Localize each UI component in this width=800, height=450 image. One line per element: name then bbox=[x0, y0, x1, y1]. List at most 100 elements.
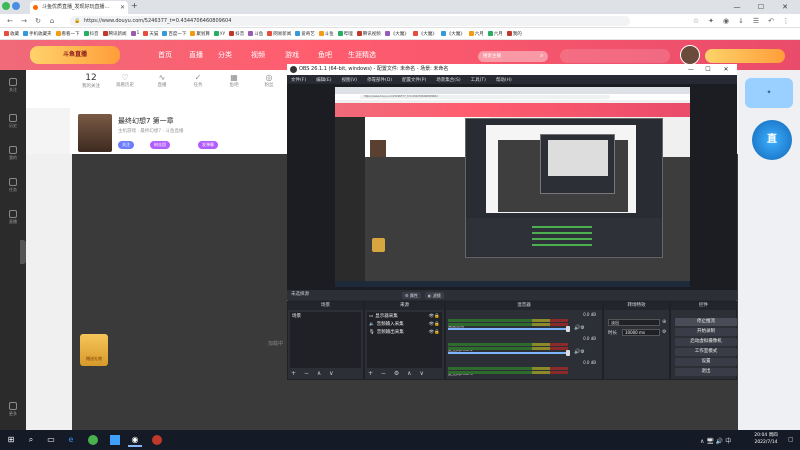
sidebar-item-live[interactable]: 直播 bbox=[0, 208, 26, 228]
bookmark-item[interactable]: 斗鱼 bbox=[248, 31, 263, 37]
obs-maximize-button[interactable]: ☐ bbox=[700, 64, 716, 75]
obs-menu-item[interactable]: 场景集合(S) bbox=[436, 77, 460, 83]
obs-menu-item[interactable]: 编辑(E) bbox=[316, 77, 331, 83]
obs-menu-item[interactable]: 工具(T) bbox=[471, 77, 486, 83]
sidebar-item-more[interactable]: 更多 bbox=[0, 400, 26, 420]
sidebar-item-history[interactable]: 历史 bbox=[0, 112, 26, 132]
obs-close-button[interactable]: ✕ bbox=[718, 64, 734, 75]
gift-button[interactable]: 赠送礼物 bbox=[80, 334, 108, 366]
volume-slider[interactable] bbox=[448, 352, 568, 354]
bookmark-item[interactable]: 收藏 bbox=[4, 31, 19, 37]
obs-menu-item[interactable]: 视图(V) bbox=[341, 77, 357, 83]
tab-close-icon[interactable]: ✕ bbox=[120, 1, 125, 14]
search-icon[interactable]: ⌕ bbox=[540, 52, 543, 60]
extension-puzzle-icon[interactable]: ✦ bbox=[705, 15, 717, 27]
app-icon-green[interactable] bbox=[86, 433, 100, 447]
edge-browser-icon[interactable]: e bbox=[64, 433, 78, 447]
streamer-avatar[interactable] bbox=[78, 114, 112, 152]
reload-icon[interactable]: ↻ bbox=[32, 15, 44, 27]
bookmark-item[interactable]: 爱奇艺 bbox=[295, 31, 315, 37]
scene-item[interactable]: 场景 bbox=[290, 312, 361, 320]
home-icon[interactable]: ⌂ bbox=[46, 15, 58, 27]
transition-duration-input[interactable]: 10000 ms bbox=[622, 329, 660, 336]
nav-video[interactable]: 视频 bbox=[251, 50, 265, 60]
bookmark-item[interactable]: 腾讯新闻 bbox=[102, 31, 127, 37]
bookmark-item[interactable]: 哔哩 bbox=[337, 31, 353, 37]
nav-career[interactable]: 生涯精选 bbox=[348, 50, 376, 60]
app-icon-red[interactable] bbox=[150, 433, 164, 447]
bookmark-item[interactable]: 网易新闻 bbox=[267, 31, 291, 37]
settings-button[interactable]: 设置 bbox=[675, 358, 737, 366]
speaker-gear-icon[interactable]: 🔊⚙ bbox=[574, 325, 585, 331]
douyu-logo[interactable]: 斗鱼直播 bbox=[30, 46, 120, 64]
transition-select[interactable]: 淡出 bbox=[608, 319, 660, 326]
bookmark-item[interactable]: 百度一下 bbox=[162, 31, 186, 37]
eye-icon[interactable]: 👁🔒 bbox=[429, 314, 440, 319]
obs-filters-button[interactable]: ◐ 滤镜 bbox=[425, 292, 444, 299]
browser-tab-active[interactable]: 斗鱼优质直播_发现好玩直播... ✕ bbox=[30, 1, 128, 14]
browser-profile-icon[interactable] bbox=[2, 2, 10, 10]
bookmark-item[interactable]: 《大魔》 bbox=[384, 31, 409, 37]
eye-icon[interactable]: 👁🔒 bbox=[429, 330, 440, 335]
user-avatar[interactable] bbox=[680, 45, 700, 65]
stat-task[interactable]: ✓ 任务 bbox=[181, 73, 215, 88]
window-minimize-button[interactable]: — bbox=[728, 0, 746, 14]
obs-minimize-button[interactable]: — bbox=[683, 64, 699, 75]
window-close-button[interactable]: ✕ bbox=[776, 0, 794, 14]
bookmark-item[interactable]: 看看一下 bbox=[55, 31, 80, 37]
system-tray-icons[interactable]: ∧ 🖥 🔊 中 bbox=[700, 436, 731, 445]
start-virtual-camera-button[interactable]: 启动虚拟摄像机 bbox=[675, 338, 737, 346]
eye-icon[interactable]: 👁🔒 bbox=[429, 322, 440, 327]
obs-taskbar-icon[interactable]: ◉ bbox=[128, 433, 142, 447]
obs-menu-item[interactable]: 文件(F) bbox=[291, 77, 306, 83]
search-icon[interactable]: ⌕ bbox=[24, 433, 38, 447]
start-recording-button[interactable]: 开始录制 bbox=[675, 328, 737, 336]
notification-icon[interactable]: ▢ bbox=[788, 436, 794, 443]
source-audio-output[interactable]: 🎙 音频输出采集 👁🔒 bbox=[367, 328, 442, 336]
menu-icon[interactable]: ☰ bbox=[750, 15, 762, 27]
transition-gear-icon[interactable]: ⚙ bbox=[662, 329, 666, 335]
bookmark-item[interactable]: 六月 bbox=[468, 31, 484, 37]
bookmark-item[interactable]: 《大魔》 bbox=[440, 31, 465, 37]
sidebar-item-task[interactable]: 任务 bbox=[0, 176, 26, 196]
bookmark-item[interactable]: 六月 bbox=[487, 31, 503, 37]
bookmark-item[interactable]: 手机收藏夹 bbox=[23, 31, 52, 37]
profile-icon[interactable]: ◉ bbox=[720, 15, 732, 27]
stop-streaming-button[interactable]: 停止推流 bbox=[675, 318, 737, 326]
promo-circle-badge[interactable]: 直 bbox=[752, 120, 792, 160]
stat-fans[interactable]: ◎ 粉丝 bbox=[252, 73, 286, 88]
promo-badge[interactable]: ✦ bbox=[745, 78, 793, 108]
exit-button[interactable]: 退出 bbox=[675, 368, 737, 376]
obs-menu-item[interactable]: 帮助(H) bbox=[496, 77, 512, 83]
nav-yuba[interactable]: 鱼吧 bbox=[318, 50, 332, 60]
follow-button[interactable]: 关注 bbox=[118, 141, 134, 149]
volume-slider-handle[interactable] bbox=[566, 326, 570, 332]
nav-game[interactable]: 游戏 bbox=[285, 50, 299, 60]
undo-icon[interactable]: ↶ bbox=[765, 15, 777, 27]
source-audio-input[interactable]: 🔈 音频输入采集 👁🔒 bbox=[367, 320, 442, 328]
app-icon-blue[interactable] bbox=[108, 433, 122, 447]
bookmark-item[interactable]: 抖音 bbox=[83, 31, 99, 37]
browser-extension-icon[interactable] bbox=[12, 2, 20, 10]
window-maximize-button[interactable]: ☐ bbox=[752, 0, 770, 14]
bookmark-item[interactable]: 1 bbox=[130, 31, 139, 36]
nav-home[interactable]: 首页 bbox=[158, 50, 172, 60]
task-view-icon[interactable]: ▭ bbox=[44, 433, 58, 447]
forward-icon[interactable]: → bbox=[18, 15, 30, 27]
obs-properties-button[interactable]: ⚙ 属性 bbox=[402, 292, 421, 299]
bookmark-item[interactable]: 聚划算 bbox=[190, 31, 210, 37]
nav-category[interactable]: 分类 bbox=[218, 50, 232, 60]
stat-follow[interactable]: 12 我的关注 bbox=[74, 73, 108, 89]
back-icon[interactable]: ← bbox=[4, 15, 16, 27]
new-tab-button[interactable]: + bbox=[131, 1, 138, 10]
bookmark-item[interactable]: 我的 bbox=[506, 31, 522, 37]
speaker-gear-icon[interactable]: 🔊⚙ bbox=[574, 349, 585, 355]
start-button[interactable]: ⊞ bbox=[4, 433, 18, 447]
bookmark-item[interactable]: yy bbox=[213, 31, 225, 36]
sources-toolbar[interactable]: + − ⚙ ∧ ∨ bbox=[368, 370, 427, 377]
nav-live[interactable]: 直播 bbox=[189, 50, 203, 60]
fan-club-button[interactable]: 粉丝团 bbox=[150, 141, 170, 149]
studio-mode-button[interactable]: 工作室模式 bbox=[675, 348, 737, 356]
douyu-search-input[interactable]: 搜索主播 bbox=[478, 51, 548, 62]
sidebar-item-mine[interactable]: 我的 bbox=[0, 144, 26, 164]
